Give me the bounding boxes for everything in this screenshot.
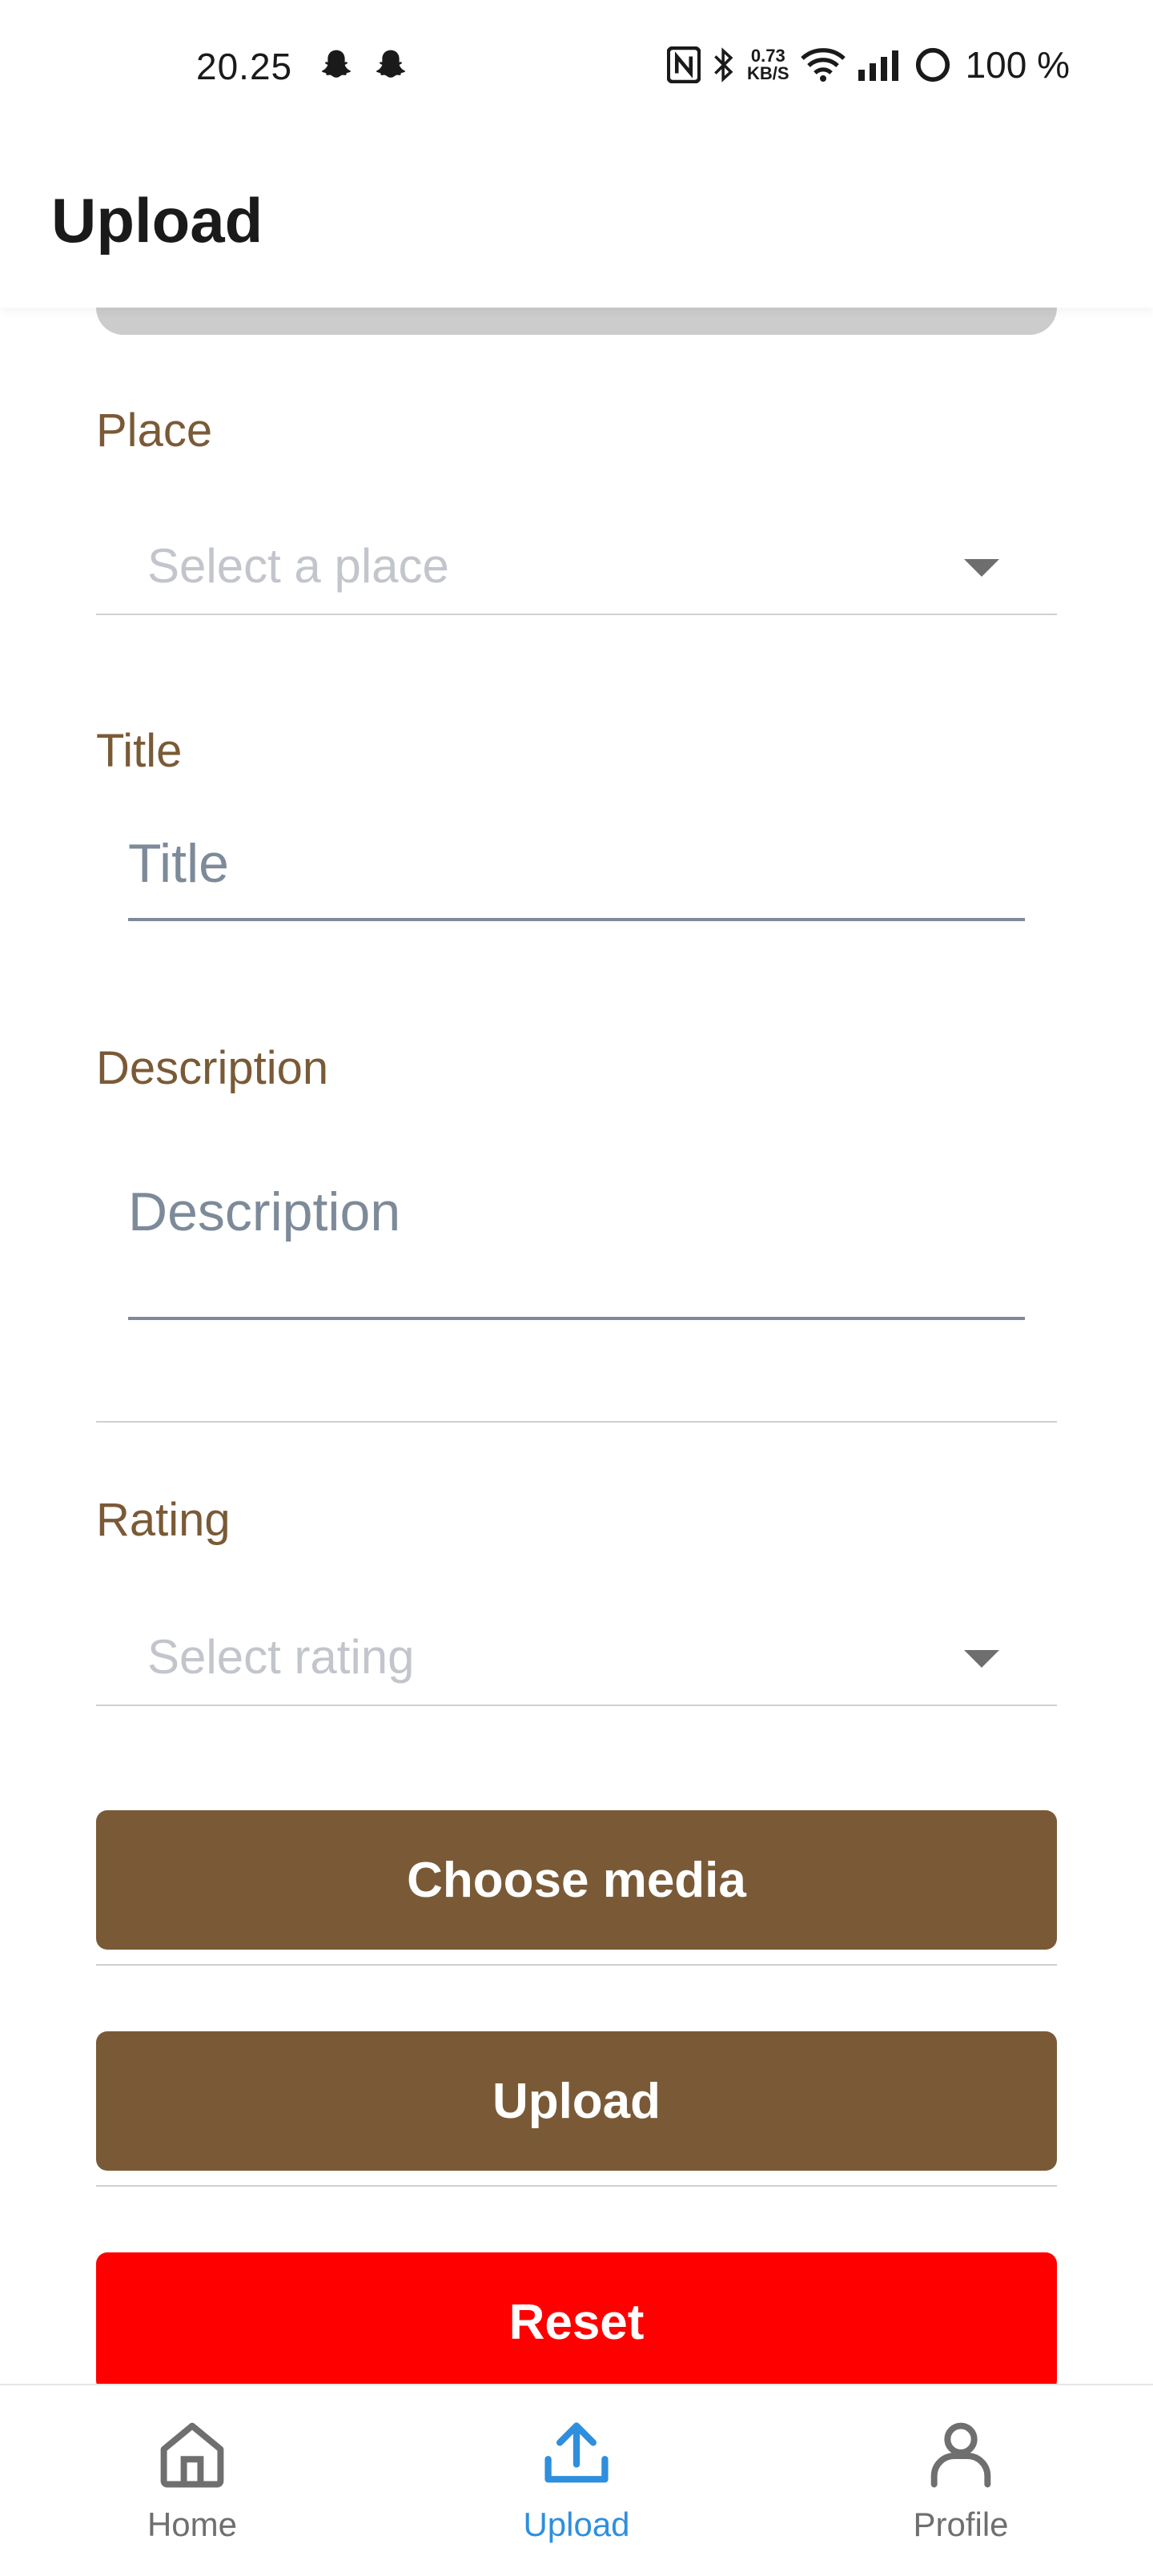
nav-label-profile: Profile	[913, 2506, 1009, 2543]
caret-down-icon	[964, 1650, 999, 1668]
network-speed: 0.73 KB/S	[747, 47, 789, 83]
divider	[96, 2185, 1057, 2187]
nav-item-profile[interactable]: Profile	[857, 2385, 1065, 2576]
description-input[interactable]	[128, 1181, 1025, 1269]
network-speed-value: 0.73	[750, 46, 785, 66]
rating-dropdown[interactable]: Select rating	[96, 1608, 1057, 1706]
upload-screen: 20.25 0.73 KB/S 100 % Upload Place Selec…	[0, 0, 1153, 2576]
snapchat-icon	[322, 50, 351, 78]
title-input[interactable]	[128, 823, 1025, 904]
nav-label-home: Home	[147, 2506, 238, 2543]
battery-percentage: 100 %	[965, 44, 1070, 86]
profile-icon	[930, 2422, 991, 2488]
description-field[interactable]	[128, 1173, 1025, 1320]
reset-button[interactable]: Reset	[96, 2252, 1057, 2392]
home-icon	[160, 2422, 224, 2488]
status-bar: 20.25 0.73 KB/S 100 %	[0, 0, 1153, 136]
description-label: Description	[96, 1042, 329, 1094]
choose-media-button[interactable]: Choose media	[96, 1810, 1057, 1950]
nav-label-upload: Upload	[523, 2506, 630, 2543]
upload-icon	[544, 2422, 609, 2483]
title-field[interactable]	[128, 820, 1025, 921]
rating-label: Rating	[96, 1494, 231, 1546]
bottom-navigation: Home Upload Profile	[0, 2384, 1153, 2576]
battery-icon	[915, 47, 950, 83]
rating-dropdown-placeholder: Select rating	[147, 1630, 415, 1684]
caret-down-icon	[964, 559, 999, 577]
snapchat-icon	[376, 50, 405, 78]
place-label: Place	[96, 405, 213, 457]
app-header: Upload	[0, 136, 1153, 308]
divider	[96, 1964, 1057, 1966]
place-dropdown[interactable]: Select a place	[96, 517, 1057, 615]
title-label: Title	[96, 725, 183, 777]
page-title: Upload	[51, 185, 263, 256]
network-speed-unit: KB/S	[747, 63, 789, 83]
nav-item-upload[interactable]: Upload	[472, 2385, 681, 2576]
nfc-icon	[667, 46, 701, 83]
status-time: 20.25	[196, 46, 293, 87]
bluetooth-icon	[714, 47, 733, 83]
nav-item-home[interactable]: Home	[88, 2385, 296, 2576]
wifi-icon	[800, 48, 846, 82]
divider	[96, 1421, 1057, 1423]
place-dropdown-placeholder: Select a place	[147, 539, 449, 593]
upload-button[interactable]: Upload	[96, 2031, 1057, 2171]
signal-icon	[858, 50, 898, 81]
status-icons: 0.73 KB/S 100 %	[667, 43, 1070, 87]
